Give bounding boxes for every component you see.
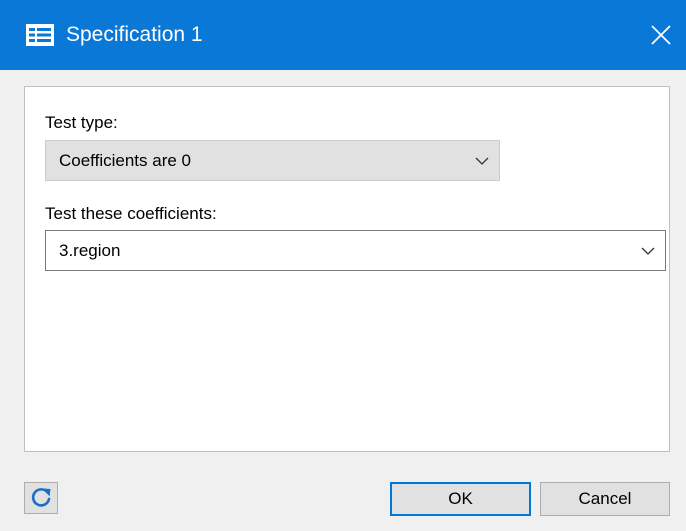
content-panel: Test type: Coefficients are 0 Test these… (24, 86, 670, 452)
ok-button[interactable]: OK (390, 482, 531, 516)
coefficients-label: Test these coefficients: (45, 204, 217, 223)
title-bar: Specification 1 (0, 0, 686, 70)
test-type-label: Test type: (45, 113, 118, 132)
reset-button[interactable] (24, 482, 58, 514)
window-title: Specification 1 (66, 23, 203, 46)
dialog-window: Specification 1 Test type: Coefficients … (0, 0, 686, 531)
test-type-dropdown[interactable]: Coefficients are 0 (45, 140, 500, 181)
form-list-icon (26, 24, 54, 46)
close-icon (651, 25, 671, 45)
test-type-value: Coefficients are 0 (59, 151, 191, 170)
chevron-down-icon (641, 247, 655, 255)
cancel-button[interactable]: Cancel (540, 482, 670, 516)
refresh-icon (31, 488, 51, 507)
chevron-down-icon (475, 157, 489, 165)
coefficients-dropdown[interactable]: 3.region (45, 230, 666, 271)
close-button[interactable] (636, 0, 686, 70)
coefficients-value: 3.region (59, 241, 121, 260)
